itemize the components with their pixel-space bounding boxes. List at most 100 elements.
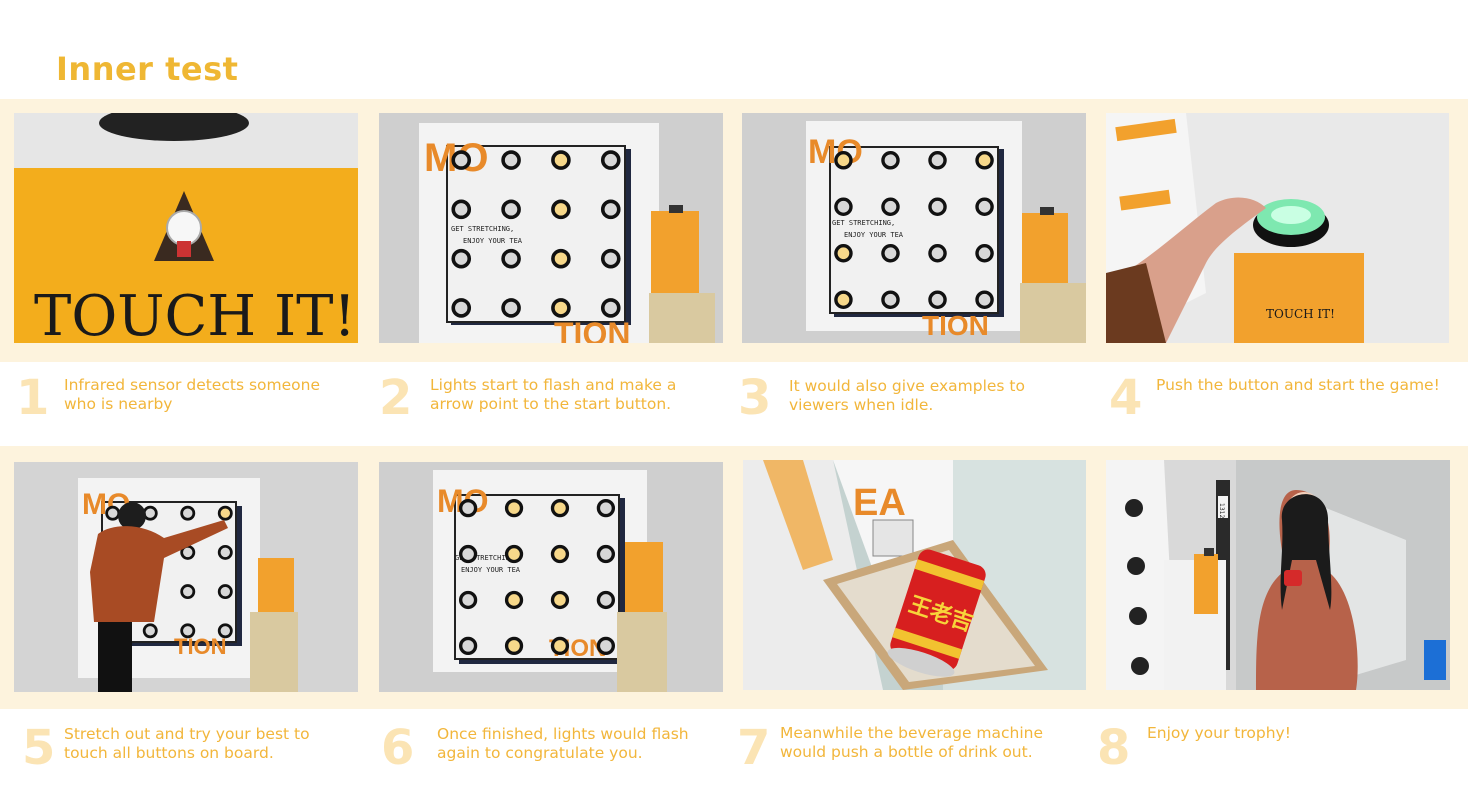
board-button <box>550 590 570 610</box>
board-button <box>451 248 472 269</box>
board-button <box>504 636 524 656</box>
board-button <box>596 636 616 656</box>
step-caption: Lights start to flash and make a arrow p… <box>430 376 676 414</box>
board-text-line2: ENJOY YOUR TEA <box>844 231 904 239</box>
board-button <box>551 298 571 318</box>
board-button <box>504 590 524 610</box>
touch-it-label: TOUCH IT! <box>34 284 356 343</box>
board-text-line1: GET STRETCHING, <box>832 219 895 227</box>
board-button <box>458 498 478 518</box>
page-title: Inner test <box>56 50 239 88</box>
step-number: 1 <box>16 370 50 426</box>
board-button <box>458 590 478 610</box>
board-button <box>451 150 472 170</box>
board-button <box>501 150 521 170</box>
photo-board-idle: MO TION GET STRETCHING, ENJOY YOUR TEA <box>742 113 1086 343</box>
step-caption: It would also give examples to viewers w… <box>789 377 1025 415</box>
board-button <box>975 151 994 170</box>
step-caption-line: Meanwhile the beverage machine <box>780 724 1044 742</box>
step-caption-line: Infrared sensor detects someone <box>64 376 320 394</box>
board-button <box>550 544 570 564</box>
step-caption-line: viewers when idle. <box>789 396 934 414</box>
board-button <box>551 150 571 170</box>
board-button <box>550 636 570 656</box>
photo-push-button: TOUCH IT! <box>1106 113 1449 343</box>
board-button <box>600 150 621 170</box>
board-letter-a: EA <box>853 482 906 524</box>
step-caption-line: again to congratulate you. <box>437 744 643 762</box>
board-button <box>596 590 616 610</box>
board-button <box>928 151 947 170</box>
board-button <box>881 243 900 263</box>
board-text-line2: ENJOY YOUR TEA <box>461 566 521 574</box>
board-button <box>458 544 478 564</box>
board-button <box>501 199 521 220</box>
board-button <box>217 623 233 639</box>
step-number: 3 <box>738 370 772 426</box>
board-button <box>501 298 521 318</box>
board-button <box>834 197 853 217</box>
board-letters-top: MO <box>808 133 863 171</box>
photo-board-congratulate: MO TION GET STRETCHING, ENJOY YOUR TEA <box>379 462 723 692</box>
step-number: 7 <box>737 720 771 776</box>
board-button <box>975 243 994 263</box>
board-button <box>458 636 478 656</box>
board-button <box>600 248 621 269</box>
board-button <box>504 544 524 564</box>
touch-it-label: TOUCH IT! <box>1266 307 1335 321</box>
step-caption: Enjoy your trophy! <box>1147 724 1291 743</box>
board-button <box>142 505 158 521</box>
step-caption-line: Enjoy your trophy! <box>1147 724 1291 742</box>
board-button <box>451 199 472 220</box>
board-button <box>600 199 621 220</box>
step-caption-line: It would also give examples to <box>789 377 1025 395</box>
photo-stretch-out: MO TION <box>14 462 358 692</box>
board-button <box>105 505 121 521</box>
board-button <box>928 290 947 309</box>
step-number: 4 <box>1109 370 1143 426</box>
board-button <box>504 498 524 518</box>
board-button <box>975 290 994 309</box>
board-button <box>596 498 616 518</box>
board-button <box>834 290 853 309</box>
board-button <box>217 584 233 600</box>
photo-board-arrow: MO TION GET STRETCHING, ENJOY YOUR TEA <box>379 113 723 343</box>
step-caption-line: touch all buttons on board. <box>64 744 274 762</box>
board-button <box>217 544 233 560</box>
board-button <box>180 584 196 600</box>
board-letters-bottom: TION <box>174 634 227 659</box>
step-number: 5 <box>22 720 56 776</box>
step-caption: Infrared sensor detects someone who is n… <box>64 376 320 414</box>
board-button <box>834 151 853 170</box>
board-button <box>928 243 947 263</box>
step-caption-line: Push the button and start the game! <box>1156 376 1440 394</box>
step-caption-line: Stretch out and try your best to <box>64 725 310 743</box>
photo-trophy: 1312 <box>1106 460 1450 690</box>
board-button <box>142 623 158 639</box>
board-button <box>551 248 571 269</box>
board-button <box>451 298 472 318</box>
photo-beverage-can: EA 王老吉 <box>743 460 1086 690</box>
board-letters-bottom: TION <box>922 310 989 341</box>
board-button <box>596 544 616 564</box>
board-text-line1: GET STRETCHING, <box>451 225 514 233</box>
board-letters-bottom: TION <box>554 316 630 343</box>
board-button <box>881 197 900 217</box>
board-button <box>501 248 521 269</box>
board-button <box>551 199 571 220</box>
step-caption-line: Once finished, lights would flash <box>437 725 689 743</box>
door-sign: 1312 <box>1218 503 1225 518</box>
board-button <box>834 243 853 263</box>
board-button <box>217 505 233 521</box>
step-number: 6 <box>381 720 415 776</box>
step-caption-line: arrow point to the start button. <box>430 395 672 413</box>
step-caption: Meanwhile the beverage machine would pus… <box>780 724 1043 762</box>
step-caption: Once finished, lights would flash again … <box>437 725 689 763</box>
step-caption-line: who is nearby <box>64 395 173 413</box>
step-caption-line: would push a bottle of drink out. <box>780 743 1033 761</box>
step-caption: Stretch out and try your best to touch a… <box>64 725 310 763</box>
board-button <box>975 197 994 217</box>
board-button <box>180 505 196 521</box>
step-caption: Push the button and start the game! <box>1156 376 1440 395</box>
board-button <box>928 197 947 217</box>
